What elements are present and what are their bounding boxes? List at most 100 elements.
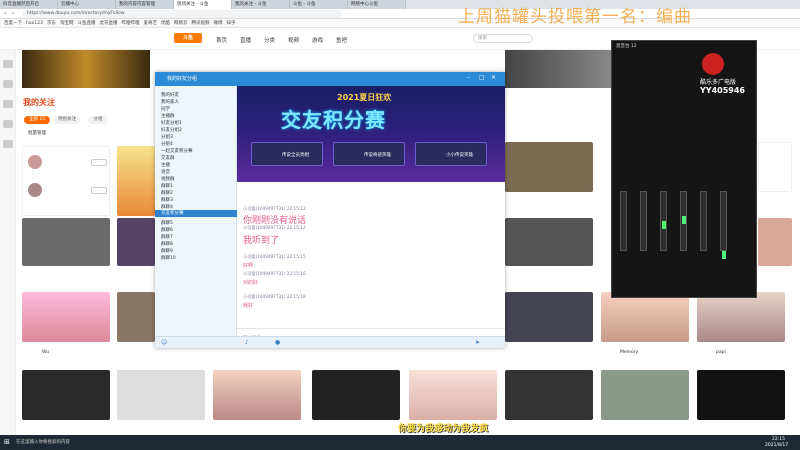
group-item[interactable]: 我的好友	[161, 92, 179, 98]
mic-icon[interactable]: ●	[275, 339, 280, 346]
browser-tab[interactable]: 我的关注 - 斗鱼	[232, 0, 290, 9]
group-item[interactable]: 分组3	[161, 134, 173, 140]
volume-fader[interactable]	[640, 191, 647, 251]
stream-thumbnail[interactable]	[22, 370, 110, 420]
group-item[interactable]: 群聊10	[161, 255, 176, 261]
browser-tab[interactable]: 抖音直播然后开启	[0, 0, 58, 9]
send-icon[interactable]: ➤	[475, 339, 480, 346]
nav-link[interactable]: 游戏	[312, 36, 323, 44]
volume-fader[interactable]	[700, 191, 707, 251]
follow-button[interactable]	[91, 187, 107, 194]
follow-button[interactable]	[91, 159, 107, 166]
group-item[interactable]: 群聊5	[161, 220, 173, 226]
windows-start-icon[interactable]: ⊞	[4, 438, 10, 446]
emoji-icon[interactable]: ☺	[161, 339, 167, 346]
avatar[interactable]	[28, 155, 42, 169]
group-item[interactable]: 群聊8	[161, 241, 173, 247]
stream-thumbnail[interactable]	[601, 370, 689, 420]
group-item-selected[interactable]: 交友积分赛	[155, 210, 237, 217]
stream-thumbnail[interactable]	[505, 292, 593, 342]
group-item[interactable]: 群聊2	[161, 190, 173, 196]
bookmark[interactable]: 网易云	[174, 19, 188, 27]
stream-thumbnail[interactable]	[22, 218, 110, 266]
stream-thumbnail[interactable]	[601, 292, 689, 342]
group-item[interactable]: 视频群	[161, 176, 175, 182]
nav-link[interactable]: 鱼吧	[336, 36, 347, 44]
search-input[interactable]: 搜索	[473, 34, 533, 43]
browser-tab[interactable]: 斗鱼 - 斗鱼	[290, 0, 348, 9]
stream-thumbnail[interactable]	[117, 292, 155, 342]
browser-tab[interactable]: 现场关注 - 斗鱼	[174, 0, 232, 9]
video-icon[interactable]	[3, 100, 13, 108]
nav-link[interactable]: 分类	[264, 36, 275, 44]
group-item[interactable]: 分组4	[161, 141, 173, 147]
follow-icon[interactable]	[3, 80, 13, 88]
bookmark[interactable]: 优酷	[161, 19, 170, 27]
stream-thumbnail[interactable]	[505, 142, 593, 192]
bookmark[interactable]: 微博	[213, 19, 222, 27]
mini-card[interactable]: 传说全员亮相	[251, 142, 323, 166]
filter-all[interactable]: 全部 15	[24, 116, 50, 124]
stream-thumbnail[interactable]	[22, 292, 110, 342]
group-item[interactable]: 好友分组2	[161, 127, 182, 133]
bookmark[interactable]: 百度一下	[4, 19, 22, 27]
address-input[interactable]: https://www.douyu.com/directory/myFollow	[22, 10, 342, 18]
stream-thumbnail[interactable]	[117, 218, 155, 266]
bookmark[interactable]: 虎牙直播	[99, 19, 117, 27]
stream-thumbnail[interactable]	[697, 292, 785, 342]
mini-card[interactable]: 小小传说英雄	[415, 142, 487, 166]
group-item[interactable]: 群聊7	[161, 234, 173, 240]
bookmark[interactable]: 腾讯视频	[191, 19, 209, 27]
ad-banner[interactable]	[505, 50, 612, 88]
browser-tab[interactable]: 网络中心斗鱼	[348, 0, 406, 9]
group-item[interactable]: 同学	[161, 106, 170, 112]
mini-card[interactable]: 传说奇迹英雄	[333, 142, 405, 166]
bookmark[interactable]: 哔哩哔哩	[121, 19, 139, 27]
browser-tab[interactable]: 我的内容内容管理	[116, 0, 174, 9]
forward-icon[interactable]: ›	[12, 10, 14, 17]
group-item[interactable]: 主播	[161, 162, 170, 168]
stream-thumbnail[interactable]	[505, 370, 593, 420]
bookmark[interactable]: hao123	[26, 19, 43, 27]
group-item[interactable]: 群聊3	[161, 197, 173, 203]
group-item[interactable]: 群聊9	[161, 248, 173, 254]
group-item[interactable]: 群聊1	[161, 183, 173, 189]
stream-thumbnail[interactable]	[758, 218, 792, 266]
home-icon[interactable]	[3, 60, 13, 68]
taskbar-search[interactable]: 在这里输入你要搜索的内容	[16, 439, 70, 445]
bookmark[interactable]: 爱奇艺	[143, 19, 157, 27]
stream-thumbnail[interactable]	[117, 370, 205, 420]
ad-banner[interactable]	[22, 50, 150, 88]
minimize-icon[interactable]: –	[467, 74, 470, 81]
nav-link[interactable]: 首页	[216, 36, 227, 44]
batch-manage-link[interactable]: 批量管理	[28, 130, 46, 136]
filter-group[interactable]: 分组	[88, 116, 108, 124]
music-icon[interactable]: ♪	[245, 339, 249, 346]
group-item[interactable]: 一起交友积分赛	[161, 148, 193, 154]
avatar[interactable]	[28, 183, 42, 197]
back-icon[interactable]: ‹	[4, 10, 6, 17]
maximize-icon[interactable]: □	[479, 74, 485, 81]
group-item[interactable]: 我的家人	[161, 99, 179, 105]
nav-link[interactable]: 视频	[288, 36, 299, 44]
group-item[interactable]: 语音	[161, 169, 170, 175]
volume-fader[interactable]	[720, 191, 727, 251]
stream-thumbnail[interactable]	[117, 146, 155, 216]
group-item[interactable]: 主播群	[161, 113, 175, 119]
stream-thumbnail[interactable]	[505, 218, 593, 266]
category-icon[interactable]	[3, 120, 13, 128]
bookmark[interactable]: 淘宝网	[60, 19, 74, 27]
bookmark[interactable]: 知乎	[226, 19, 235, 27]
nav-link[interactable]: 直播	[240, 36, 251, 44]
stream-thumbnail[interactable]	[697, 370, 785, 420]
bookmark[interactable]: 京东	[47, 19, 56, 27]
filter-special[interactable]: 特别关注	[54, 116, 80, 124]
close-icon[interactable]: ✕	[491, 74, 496, 81]
group-item[interactable]: 好友分组1	[161, 120, 182, 126]
browser-tab[interactable]: 云播中心	[58, 0, 116, 9]
game-icon[interactable]	[3, 140, 13, 148]
group-item[interactable]: 交友群	[161, 155, 175, 161]
group-item[interactable]: 群聊6	[161, 227, 173, 233]
bookmark[interactable]: 斗鱼直播	[77, 19, 95, 27]
volume-fader[interactable]	[620, 191, 627, 251]
